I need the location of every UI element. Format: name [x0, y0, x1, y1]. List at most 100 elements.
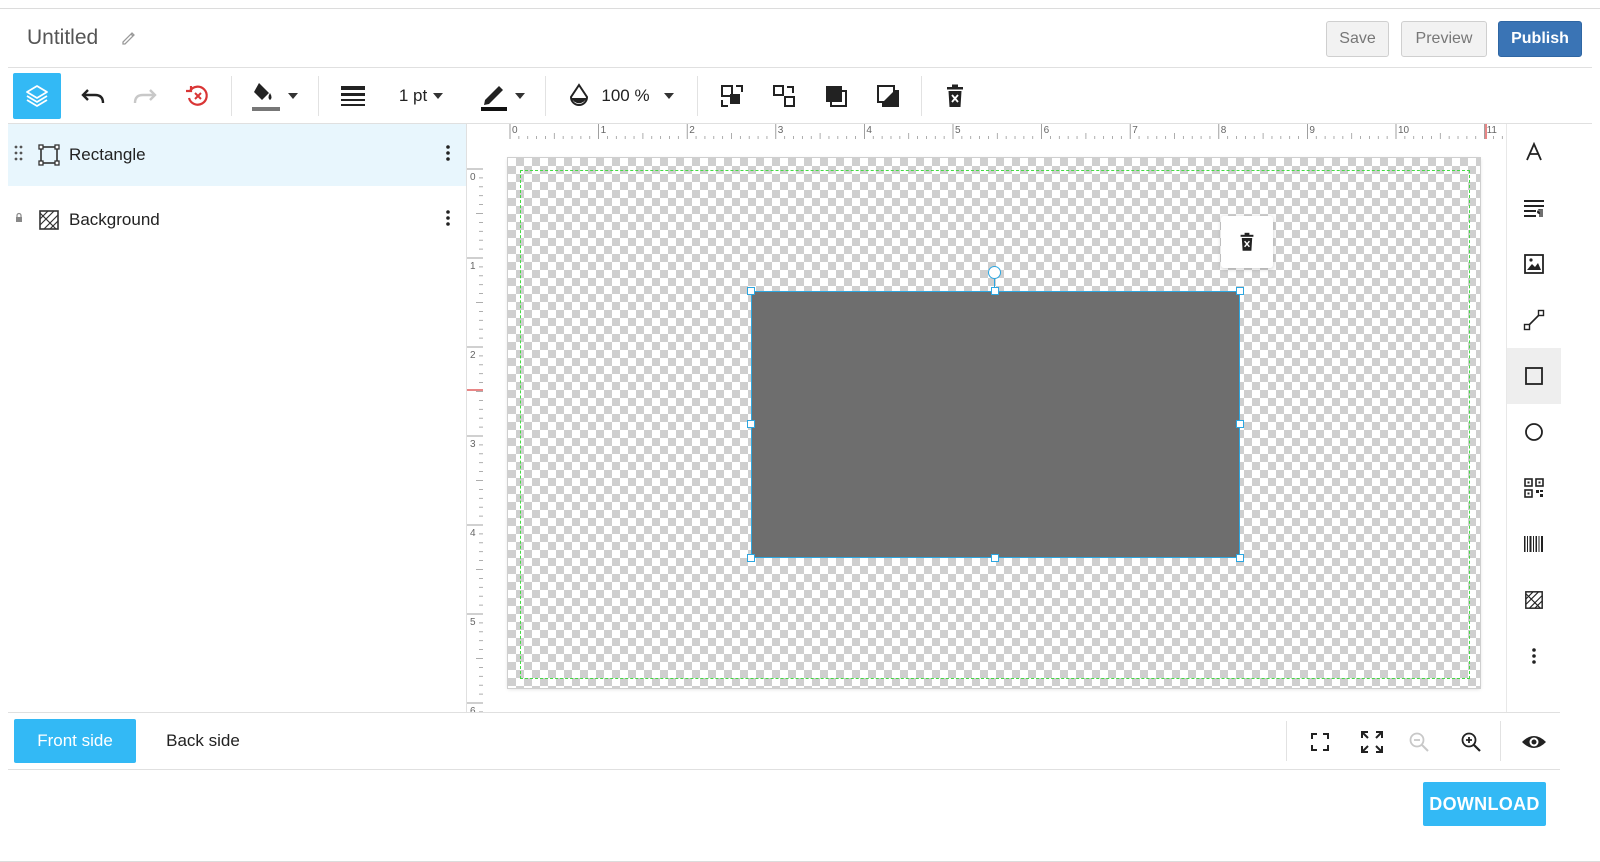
canvas-area[interactable]: 0 1 2 3 4 5 6 7 8 9 10 11 0 1 2 3 4 5 6 [466, 124, 1506, 712]
undo-icon [81, 89, 105, 104]
stroke-style-button[interactable] [335, 73, 371, 119]
line-icon [1523, 309, 1545, 331]
vertical-ruler: 0123456 [467, 168, 483, 712]
layer-label: Background [69, 210, 160, 229]
back-side-tab[interactable]: Back side [148, 719, 258, 763]
trash-icon [947, 84, 963, 107]
add-line-tool[interactable] [1507, 292, 1561, 348]
artboard[interactable] [508, 158, 1480, 688]
add-text-tool[interactable] [1507, 124, 1561, 180]
text-icon [1526, 142, 1542, 161]
chevron-down-icon [288, 93, 298, 99]
resize-handle-top[interactable] [991, 287, 999, 295]
add-background-tool[interactable] [1507, 572, 1561, 628]
layer-item-background[interactable]: Background [8, 189, 466, 251]
rotation-handle[interactable] [988, 266, 1001, 279]
opacity-drop-icon [570, 83, 589, 106]
fit-to-screen-button[interactable] [1302, 724, 1338, 760]
resize-handle-top-left[interactable] [747, 287, 755, 295]
background-icon [1525, 591, 1543, 609]
opacity-dropdown[interactable]: 100 % [563, 73, 678, 119]
download-button[interactable]: DOWNLOAD [1423, 782, 1546, 826]
resize-handle-bottom-left[interactable] [747, 554, 755, 562]
front-side-tab[interactable]: Front side [14, 719, 136, 763]
zoom-out-icon [1409, 732, 1429, 752]
more-tools-button[interactable] [1507, 628, 1561, 684]
ungroup-button[interactable] [765, 73, 803, 119]
toolbar-divider [697, 76, 698, 116]
ruler-tick-label: 4 [470, 528, 476, 539]
toolbar-divider [921, 76, 922, 116]
ruler-tick-label: 8 [1221, 125, 1227, 136]
redo-button[interactable] [125, 73, 165, 119]
layer-label: Rectangle [69, 145, 146, 164]
rectangle-icon [1525, 367, 1543, 385]
ruler-tick-label: 5 [955, 125, 961, 136]
ruler-tick-label: 3 [778, 125, 784, 136]
delete-button[interactable] [936, 73, 974, 119]
send-backward-button[interactable] [869, 73, 907, 119]
add-rectangle-tool[interactable] [1507, 348, 1561, 404]
background-icon [38, 209, 60, 231]
layers-toggle-button[interactable] [13, 73, 61, 119]
circle-icon [1525, 423, 1543, 441]
group-button[interactable] [713, 73, 751, 119]
add-circle-tool[interactable] [1507, 404, 1561, 460]
save-button[interactable]: Save [1326, 21, 1389, 57]
resize-handle-left[interactable] [747, 420, 755, 428]
fill-color-dropdown[interactable] [244, 73, 304, 119]
publish-button[interactable]: Publish [1498, 21, 1582, 57]
more-vertical-icon [1532, 648, 1536, 664]
toolbar-divider [231, 76, 232, 116]
more-vertical-icon[interactable] [445, 144, 451, 167]
add-barcode-tool[interactable] [1507, 516, 1561, 572]
toolbar-divider [545, 76, 546, 116]
more-vertical-icon[interactable] [445, 209, 451, 232]
resize-handle-bottom[interactable] [991, 554, 999, 562]
resize-handle-bottom-right[interactable] [1236, 554, 1244, 562]
chevron-down-icon [663, 93, 674, 99]
preview-visibility-button[interactable] [1516, 724, 1552, 760]
ruler-tick-label: 9 [1309, 125, 1315, 136]
preview-button[interactable]: Preview [1401, 21, 1487, 57]
zoom-out-button[interactable] [1401, 724, 1437, 760]
history-reset-icon [186, 85, 208, 106]
add-qr-code-tool[interactable] [1507, 460, 1561, 516]
bottom-divider [1286, 721, 1287, 761]
layer-item-rectangle[interactable]: Rectangle [8, 124, 466, 186]
lock-icon [14, 211, 24, 229]
toolbar-divider [318, 76, 319, 116]
fullscreen-button[interactable] [1354, 724, 1390, 760]
barcode-icon [1524, 536, 1543, 552]
fill-bucket-icon [252, 83, 280, 111]
add-paragraph-tool[interactable] [1507, 180, 1561, 236]
document-title[interactable]: Untitled [27, 26, 98, 50]
ruler-tick-label: 1 [601, 125, 607, 136]
rectangle-fill[interactable] [751, 291, 1240, 558]
zoom-in-icon [1461, 732, 1481, 752]
redo-icon [133, 89, 157, 104]
chevron-down-icon [515, 93, 525, 99]
reset-history-button[interactable] [177, 73, 217, 119]
ruler-tick-label: 4 [866, 125, 872, 136]
trash-icon [1240, 232, 1254, 251]
add-image-tool[interactable] [1507, 236, 1561, 292]
drag-handle-icon[interactable] [14, 144, 24, 167]
pencil-icon[interactable] [120, 29, 138, 47]
floating-delete-button[interactable] [1221, 216, 1273, 268]
selected-rectangle-shape[interactable] [747, 266, 1244, 562]
bring-forward-button[interactable] [817, 73, 855, 119]
undo-button[interactable] [73, 73, 113, 119]
resize-handle-right[interactable] [1236, 420, 1244, 428]
ruler-tick-label: 2 [470, 350, 476, 361]
stroke-color-dropdown[interactable] [472, 73, 532, 119]
ruler-tick-label: 0 [512, 125, 518, 136]
chevron-down-icon [433, 93, 444, 99]
qr-code-icon [1524, 478, 1544, 498]
send-backward-icon [877, 85, 899, 107]
resize-handle-top-right[interactable] [1236, 287, 1244, 295]
stroke-width-dropdown[interactable]: 1 pt [386, 73, 456, 119]
zoom-in-button[interactable] [1453, 724, 1489, 760]
element-tools-sidebar [1506, 124, 1561, 712]
rectangle-icon [38, 144, 60, 166]
